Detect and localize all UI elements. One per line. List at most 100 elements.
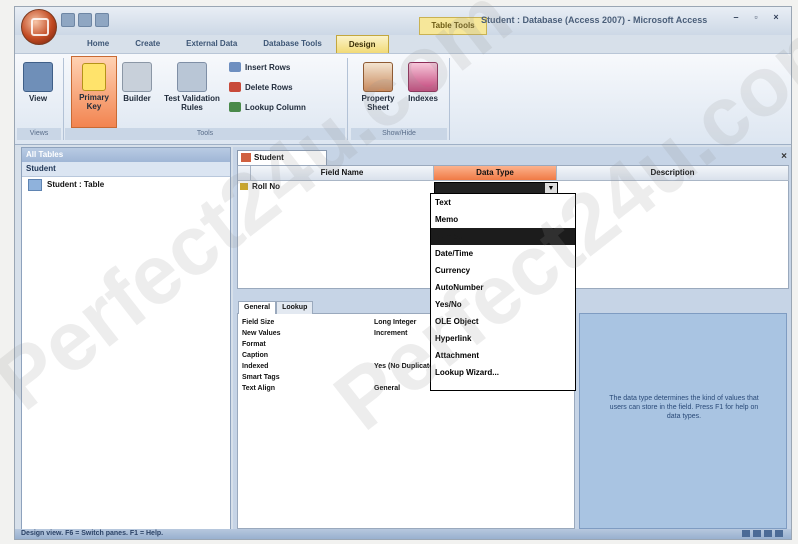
insert-rows-icon <box>229 62 241 72</box>
dropdown-option-currency[interactable]: Currency <box>431 262 575 279</box>
window-title: Student : Database (Access 2007) - Micro… <box>481 15 708 25</box>
test-validation-label: Test Validation Rules <box>164 94 220 112</box>
dropdown-option-memo[interactable]: Memo <box>431 211 575 228</box>
property-label: New Values <box>242 330 281 337</box>
tab-lookup[interactable]: Lookup <box>276 301 314 314</box>
dropdown-option-text[interactable]: Text <box>431 194 575 211</box>
dropdown-option-date-time[interactable]: Date/Time <box>431 245 575 262</box>
property-label: Indexed <box>242 363 269 370</box>
nav-pane-header[interactable]: All Tables <box>22 148 230 162</box>
window-controls: – ▫ × <box>729 11 783 23</box>
field-properties-tabs: General Lookup <box>238 301 314 314</box>
field-name-header: Field Name <box>251 166 434 181</box>
nav-item-student-table[interactable]: Student : Table <box>22 177 230 193</box>
ribbon: View Views Primary Key Builder Test Vali… <box>15 53 791 145</box>
access-window: Table Tools Student : Database (Access 2… <box>14 6 792 540</box>
tab-home[interactable]: Home <box>75 35 121 53</box>
delete-rows-label: Delete Rows <box>245 82 293 92</box>
ribbon-separator <box>347 58 348 140</box>
table-icon <box>28 179 42 191</box>
lightning-icon <box>408 62 438 92</box>
description-header: Description <box>557 166 789 181</box>
row-commands: Insert Rows Delete Rows Lookup Column <box>229 60 329 114</box>
insert-rows-button[interactable]: Insert Rows <box>229 60 329 74</box>
validation-icon <box>177 62 207 92</box>
primary-key-button[interactable]: Primary Key <box>71 56 117 128</box>
group-views-label: Views <box>17 128 61 140</box>
group-tools-label: Tools <box>65 128 345 140</box>
field-name-cell[interactable]: Roll No <box>252 182 280 191</box>
lookup-column-icon <box>229 102 241 112</box>
help-text: The data type determines the kind of val… <box>609 395 759 420</box>
undo-icon[interactable] <box>78 13 92 27</box>
tab-database-tools[interactable]: Database Tools <box>251 35 334 53</box>
property-value[interactable]: General <box>374 384 400 394</box>
status-text: Design view. F6 = Switch panes. F1 = Hel… <box>21 530 164 537</box>
indexes-button[interactable]: Indexes <box>403 62 443 103</box>
dropdown-option-ole-object[interactable]: OLE Object <box>431 313 575 330</box>
primary-key-indicator-icon <box>240 183 248 190</box>
ribbon-separator <box>63 58 64 140</box>
property-value[interactable]: Long Integer <box>374 318 416 328</box>
ribbon-separator <box>449 58 450 140</box>
data-type-dropdown-list: Text Memo Number Date/Time Currency Auto… <box>430 193 576 391</box>
view-button[interactable]: View <box>21 62 55 103</box>
property-label: Field Size <box>242 319 275 326</box>
tab-student-document[interactable]: Student <box>237 150 327 165</box>
property-help-panel: The data type determines the kind of val… <box>579 313 787 529</box>
office-button[interactable] <box>21 9 57 45</box>
close-document-icon[interactable]: × <box>781 151 787 162</box>
test-validation-rules-button[interactable]: Test Validation Rules <box>157 62 227 112</box>
dropdown-option-number[interactable]: Number <box>431 228 575 245</box>
property-label: Format <box>242 341 266 348</box>
document-tab-label: Student <box>254 153 284 162</box>
builder-label: Builder <box>123 94 151 103</box>
save-icon[interactable] <box>61 13 75 27</box>
tab-design[interactable]: Design <box>335 35 389 54</box>
view-button-label: View <box>28 94 48 103</box>
property-value[interactable]: Increment <box>374 329 407 339</box>
property-sheet-icon <box>363 62 393 92</box>
dropdown-option-autonumber[interactable]: AutoNumber <box>431 279 575 296</box>
tab-create[interactable]: Create <box>123 35 172 53</box>
indexes-label: Indexes <box>408 94 438 103</box>
view-switcher <box>742 530 783 537</box>
ribbon-tabs: Home Create External Data Database Tools… <box>75 35 389 54</box>
table-design-icon <box>241 153 251 162</box>
datasheet-view-icon[interactable] <box>742 530 750 537</box>
data-type-header: Data Type <box>434 166 557 181</box>
design-view-icon[interactable] <box>775 530 783 537</box>
primary-key-label: Primary Key <box>79 93 109 111</box>
builder-button[interactable]: Builder <box>119 62 155 103</box>
pivot-chart-view-icon[interactable] <box>764 530 772 537</box>
property-label: Smart Tags <box>242 374 280 381</box>
dropdown-option-hyperlink[interactable]: Hyperlink <box>431 330 575 347</box>
navigation-pane: All Tables Student Student : Table <box>21 147 231 535</box>
tab-general[interactable]: General <box>238 301 277 314</box>
key-icon <box>82 63 106 91</box>
pivot-table-view-icon[interactable] <box>753 530 761 537</box>
property-label: Text Align <box>242 385 276 392</box>
redo-icon[interactable] <box>95 13 109 27</box>
dropdown-option-lookup-wizard[interactable]: Lookup Wizard... <box>431 364 575 381</box>
row-selector-header <box>238 166 251 181</box>
property-sheet-label: Property Sheet <box>361 94 395 112</box>
delete-rows-button[interactable]: Delete Rows <box>229 80 329 94</box>
datasheet-view-icon <box>23 62 53 92</box>
dropdown-option-yes-no[interactable]: Yes/No <box>431 296 575 313</box>
dropdown-option-attachment[interactable]: Attachment <box>431 347 575 364</box>
delete-rows-icon <box>229 82 241 92</box>
nav-group-student[interactable]: Student <box>22 162 230 177</box>
property-sheet-button[interactable]: Property Sheet <box>355 62 401 112</box>
lookup-column-button[interactable]: Lookup Column <box>229 100 329 114</box>
maximize-button[interactable]: ▫ <box>749 11 763 23</box>
insert-rows-label: Insert Rows <box>245 62 291 72</box>
status-bar: Design view. F6 = Switch panes. F1 = Hel… <box>15 529 791 539</box>
tab-external-data[interactable]: External Data <box>174 35 249 53</box>
close-button[interactable]: × <box>769 11 783 23</box>
office-logo-icon <box>31 18 49 36</box>
wand-icon <box>122 62 152 92</box>
property-label: Caption <box>242 352 269 359</box>
minimize-button[interactable]: – <box>729 11 743 23</box>
group-show-hide-label: Show/Hide <box>351 128 447 140</box>
